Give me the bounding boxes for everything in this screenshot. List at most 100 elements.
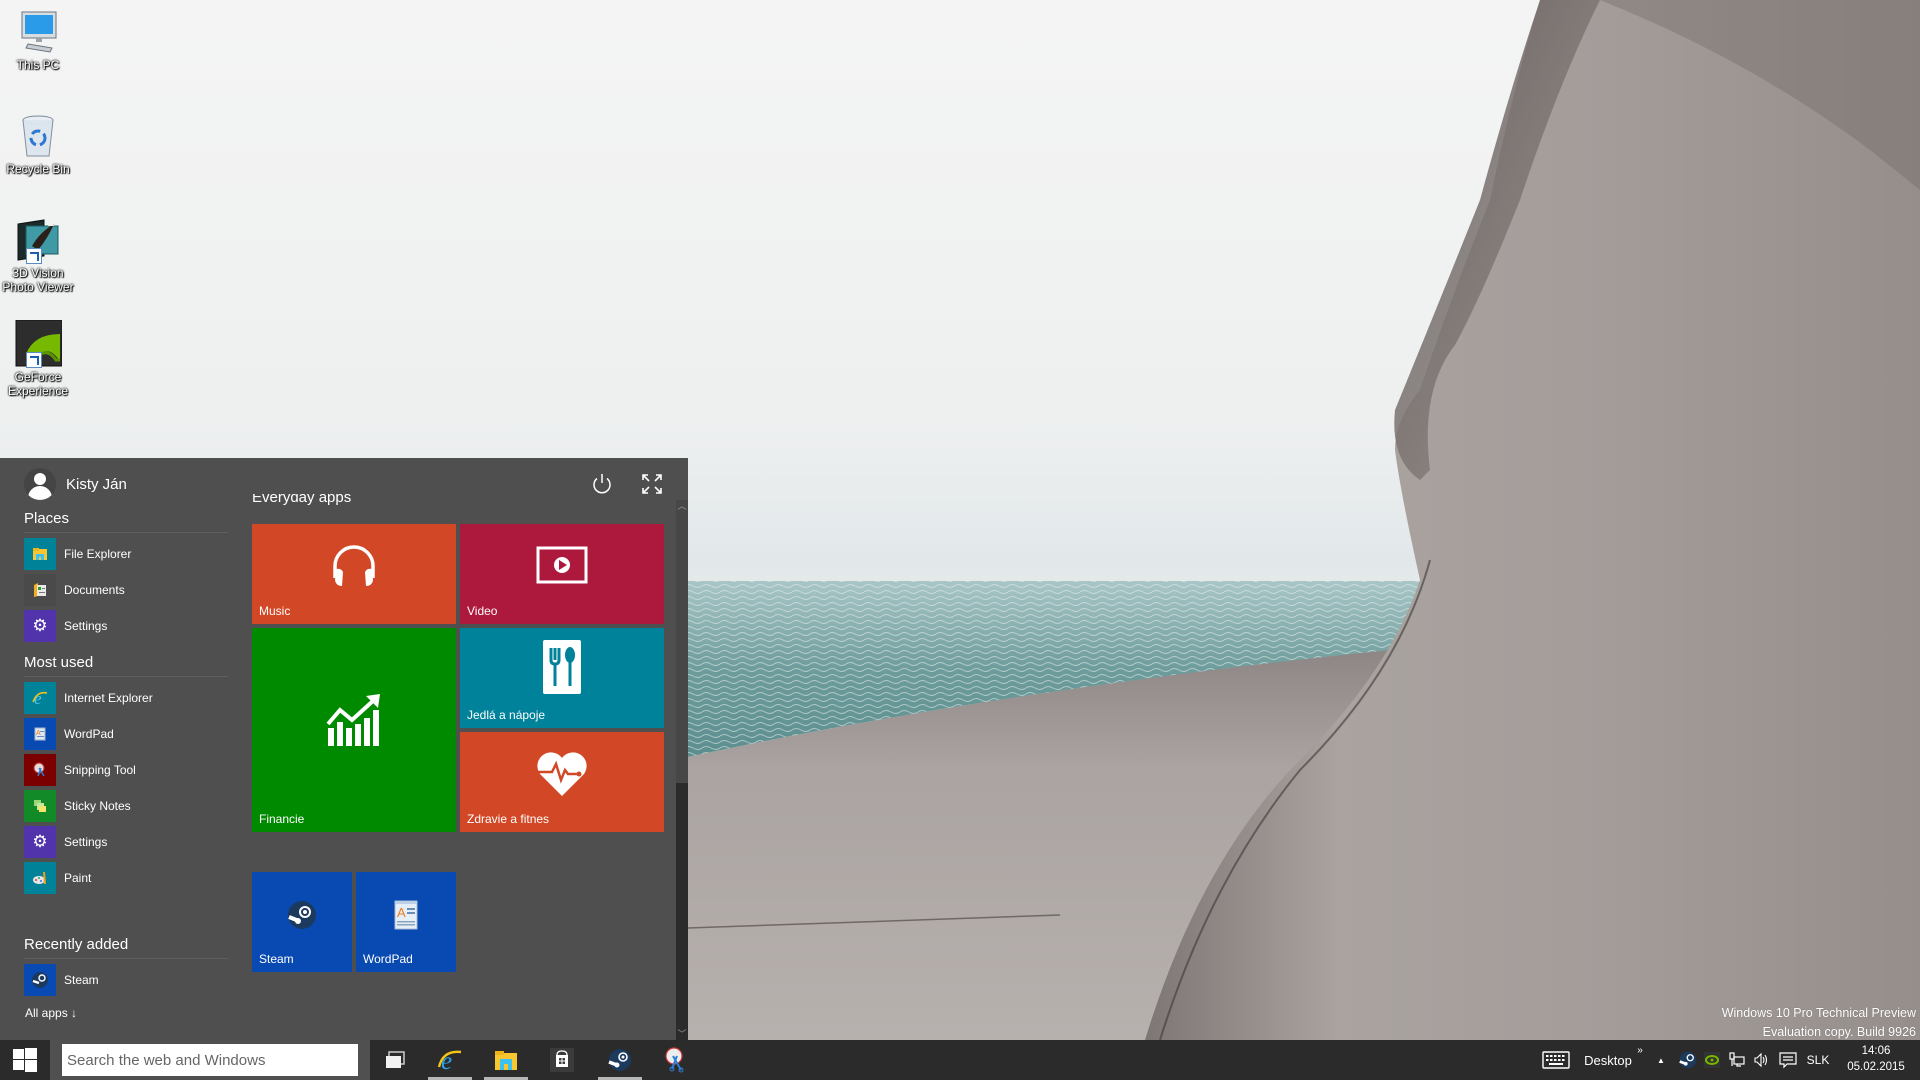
taskbar-task-view[interactable]: [371, 1040, 419, 1080]
scroll-down-arrow-icon[interactable]: ﹀: [676, 1028, 688, 1040]
gear-icon: ⚙: [24, 826, 56, 858]
most-used-item-internet-explorer[interactable]: e Internet Explorer: [24, 682, 228, 714]
most-used-item-settings[interactable]: ⚙ Settings: [24, 826, 228, 858]
show-hidden-icons-button[interactable]: ▲: [1652, 1040, 1670, 1080]
most-used-item-paint[interactable]: Paint: [24, 862, 228, 894]
desktop-icon-geforce-experience[interactable]: GeForce Experience: [2, 319, 74, 398]
divider: [24, 532, 228, 533]
file-explorer-icon: [495, 1051, 517, 1070]
volume-icon: [1754, 1052, 1768, 1068]
scroll-up-arrow-icon[interactable]: ︿: [676, 500, 688, 512]
search-area: [50, 1040, 370, 1080]
desktop-icon-label: Recycle Bin: [6, 162, 70, 176]
tile-label: Zdravie a fitnes: [467, 812, 550, 826]
svg-text:A: A: [397, 905, 406, 920]
divider: [24, 676, 228, 677]
taskbar-file-explorer[interactable]: [482, 1040, 530, 1080]
most-used-item-sticky-notes[interactable]: Sticky Notes: [24, 790, 228, 822]
file-explorer-icon: [24, 538, 56, 570]
toolbar-chevron-button[interactable]: »: [1632, 1030, 1648, 1070]
list-item-label: Steam: [64, 973, 99, 987]
input-language: SLK: [1806, 1053, 1830, 1067]
start-menu: Kisty Ján Places File Explorer Documents…: [0, 458, 688, 1040]
tile-zdravie-a-fitnes[interactable]: Zdravie a fitnes: [460, 732, 664, 832]
power-icon: [593, 474, 611, 494]
fullscreen-toggle-button[interactable]: [640, 472, 664, 496]
desktop-icon-label-line-2: Photo Viewer: [2, 280, 74, 294]
store-icon: [550, 1048, 574, 1072]
places-heading: Places: [24, 510, 70, 527]
steam-icon: [1679, 1051, 1697, 1069]
desktop-icon-label-line-1: 3D Vision: [12, 266, 64, 280]
recently-added-item-steam[interactable]: Steam: [24, 964, 228, 996]
taskbar-store[interactable]: [538, 1040, 586, 1080]
start-button[interactable]: [0, 1040, 50, 1080]
tile-music[interactable]: Music: [252, 524, 456, 624]
tile-label: WordPad: [363, 952, 413, 966]
desktop-icon-recycle-bin[interactable]: Recycle Bin: [2, 112, 74, 176]
search-input[interactable]: [62, 1044, 358, 1076]
chevron-up-icon: ▲: [1657, 1055, 1665, 1065]
tray-nvidia[interactable]: [1700, 1040, 1724, 1080]
input-language-button[interactable]: SLK: [1804, 1040, 1832, 1080]
tile-financie[interactable]: Financie: [252, 628, 456, 832]
geforce-icon: [14, 319, 63, 368]
wordpad-icon: A: [356, 900, 456, 930]
fullscreen-icon: [642, 474, 662, 494]
clock-date: 05.02.2015: [1847, 1061, 1905, 1073]
user-account-button[interactable]: Kisty Ján: [24, 466, 127, 502]
sticky-notes-icon: [24, 790, 56, 822]
computer-icon: [14, 8, 62, 56]
clock-button[interactable]: 14:06 05.02.2015: [1836, 1043, 1916, 1075]
tile-jedla-a-napoje[interactable]: Jedlá a nápoje: [460, 628, 664, 728]
task-view-icon: [386, 1051, 405, 1068]
tray-volume[interactable]: [1750, 1040, 1772, 1080]
desktop-icon-label-line-2: Experience: [7, 384, 69, 398]
desktop-icon-label: This PC: [16, 58, 60, 72]
tile-video[interactable]: Video: [460, 524, 664, 624]
shortcut-arrow-icon: [26, 352, 42, 368]
tile-steam[interactable]: Steam: [252, 872, 352, 972]
recently-added-heading: Recently added: [24, 936, 129, 953]
tile-label: Jedlá a nápoje: [467, 708, 546, 722]
desktop-toolbar[interactable]: Desktop: [1580, 1040, 1636, 1080]
tray-steam[interactable]: [1676, 1040, 1700, 1080]
list-item-label: Snipping Tool: [64, 763, 136, 777]
all-apps-button[interactable]: All apps ↓: [25, 1006, 77, 1020]
desktop-icon-this-pc[interactable]: This PC: [2, 8, 74, 72]
tray-action-center[interactable]: [1776, 1040, 1800, 1080]
finance-chart-icon: [252, 694, 456, 748]
paint-icon: [24, 862, 56, 894]
touch-keyboard-icon: [1542, 1051, 1570, 1069]
heart-pulse-icon: [460, 750, 664, 798]
power-button[interactable]: [590, 472, 614, 496]
tray-network[interactable]: [1726, 1040, 1748, 1080]
windows-logo-icon: [13, 1048, 37, 1072]
taskbar: e Desktop » ▲ SLK 14:06 05.02.20: [0, 1040, 1920, 1080]
most-used-item-wordpad[interactable]: A WordPad: [24, 718, 228, 750]
tile-label: Financie: [259, 812, 305, 826]
places-item-file-explorer[interactable]: File Explorer: [24, 538, 228, 570]
clock-time: 14:06: [1861, 1045, 1891, 1057]
watermark-edition: Windows 10 Pro Technical Preview: [1721, 1006, 1916, 1020]
list-item-label: Internet Explorer: [64, 691, 153, 705]
tile-group-title[interactable]: Everyday apps: [252, 494, 351, 508]
build-watermark: Windows 10 Pro Technical Preview Evaluat…: [1722, 1004, 1916, 1042]
tiles-scrollbar[interactable]: ︿ ﹀: [676, 500, 688, 1040]
places-item-settings[interactable]: ⚙ Settings: [24, 610, 228, 642]
network-icon: [1729, 1052, 1745, 1067]
taskbar-snipping-tool[interactable]: [652, 1040, 700, 1080]
double-chevron-icon: »: [1637, 1044, 1643, 1056]
list-item-label: Paint: [64, 871, 92, 885]
divider: [24, 958, 228, 959]
most-used-item-snipping-tool[interactable]: Snipping Tool: [24, 754, 228, 786]
scrollbar-thumb[interactable]: [676, 500, 688, 783]
places-item-documents[interactable]: Documents: [24, 574, 228, 606]
touch-keyboard-button[interactable]: [1538, 1040, 1574, 1080]
tile-wordpad[interactable]: A WordPad: [356, 872, 456, 972]
desktop-icon-3d-vision-photo-viewer[interactable]: 3D Vision Photo Viewer: [2, 216, 74, 294]
taskbar-steam[interactable]: [596, 1040, 644, 1080]
taskbar-internet-explorer[interactable]: e: [426, 1040, 474, 1080]
tile-label: Video: [467, 604, 498, 618]
steam-icon: [252, 900, 352, 930]
